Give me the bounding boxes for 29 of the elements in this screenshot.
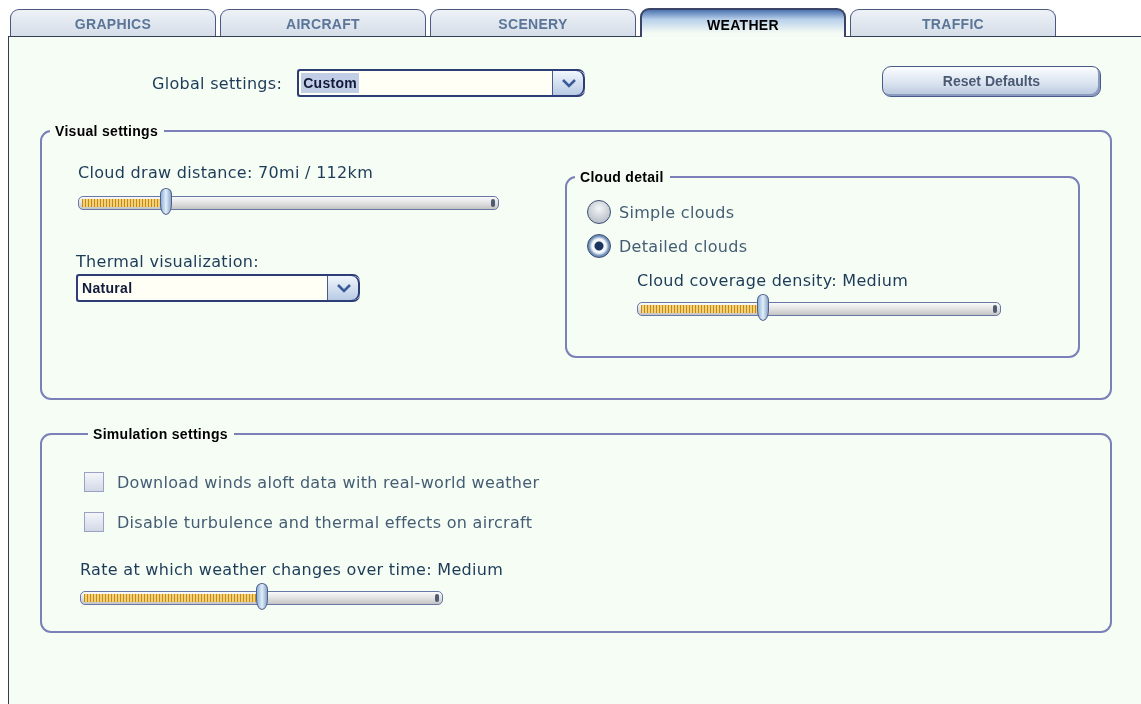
radio-button[interactable] — [587, 200, 611, 224]
reset-defaults-button[interactable]: Reset Defaults — [882, 65, 1101, 97]
tab[interactable]: SCENERY — [430, 9, 636, 36]
tab[interactable]: TRAFFIC — [850, 9, 1056, 36]
group-title: Simulation settings — [92, 426, 229, 442]
slider-label: Cloud coverage density: Medium — [637, 271, 910, 290]
slider-label: Cloud draw distance: 70mi / 112km — [78, 163, 375, 182]
slider-thumb[interactable] — [255, 583, 268, 610]
slider-thumb[interactable] — [756, 294, 769, 321]
chevron-down-icon — [561, 78, 578, 88]
slider-thumb[interactable] — [159, 188, 172, 215]
group-title: Visual settings — [54, 123, 160, 139]
checkbox-label: Disable turbulence and thermal effects on aircraft — [117, 512, 533, 532]
chevron-down-icon — [336, 283, 352, 293]
field-label: Thermal visualization: — [76, 252, 260, 271]
dropdown[interactable]: Custom — [297, 69, 586, 97]
tab[interactable]: AIRCRAFT — [220, 9, 426, 36]
checkbox-label: Download winds aloft data with real-world weather — [117, 472, 540, 492]
tab[interactable]: WEATHER — [640, 8, 846, 37]
radio-button[interactable] — [587, 234, 611, 258]
field-label: Global settings: — [152, 73, 283, 93]
option-label: Simple clouds — [619, 202, 735, 222]
checkbox[interactable] — [84, 472, 104, 492]
checkbox[interactable] — [84, 512, 104, 532]
option-label: Detailed clouds — [619, 236, 748, 256]
slider-label: Rate at which weather changes over time: Medium — [80, 560, 505, 579]
dropdown[interactable]: Natural — [76, 274, 360, 302]
tab[interactable]: GRAPHICS — [10, 9, 216, 36]
group-title: Cloud detail — [579, 169, 665, 185]
